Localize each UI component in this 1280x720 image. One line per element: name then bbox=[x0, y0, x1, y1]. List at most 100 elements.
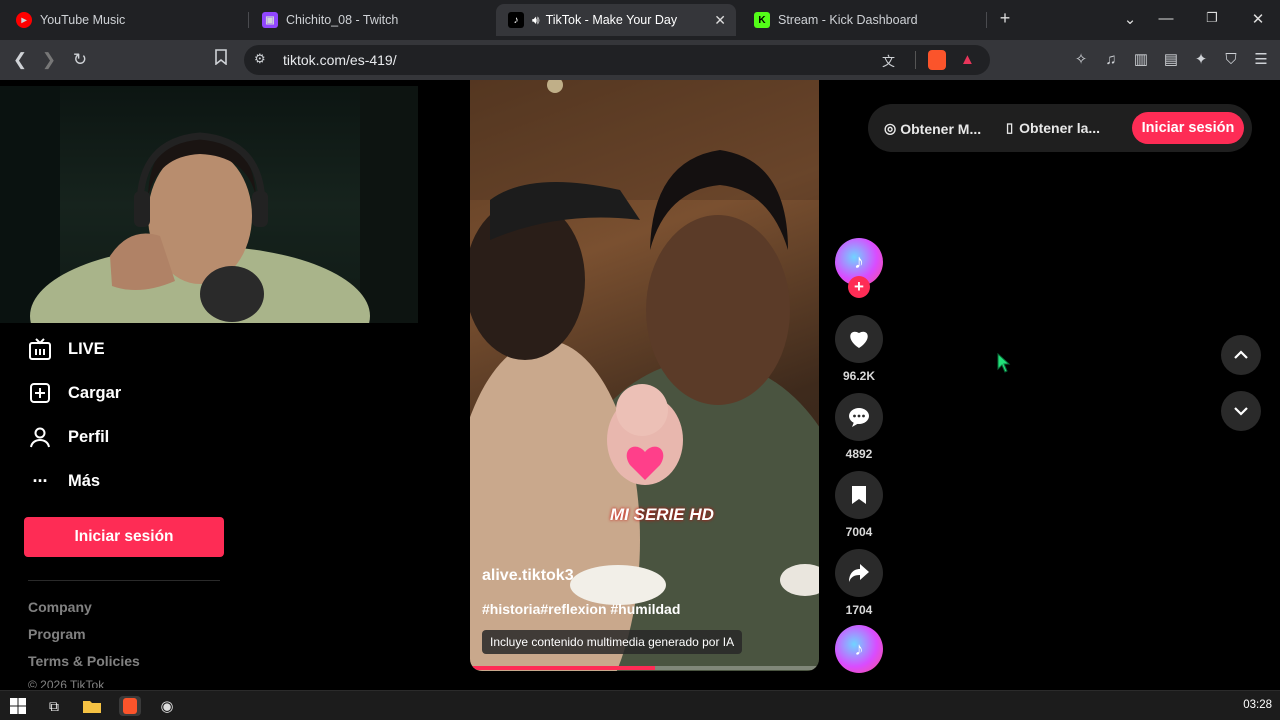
comment-icon bbox=[849, 408, 869, 427]
tab-youtube-music[interactable]: ▸ YouTube Music bbox=[4, 4, 244, 36]
like-button[interactable] bbox=[835, 315, 883, 363]
task-view-icon[interactable]: ⧉ bbox=[43, 696, 65, 716]
comment-count: 4892 bbox=[845, 447, 873, 461]
audio-playing-icon[interactable]: 🔊︎ bbox=[532, 13, 540, 28]
tab-label: Stream - Kick Dashboard bbox=[778, 13, 918, 27]
video-hashtags[interactable]: #historia#reflexion #humildad bbox=[482, 601, 680, 617]
browser-toolbar: ❮ ❯ ↻ ⚙︎ tiktok.com/es-419/ 文 ▲ ✧ ♫ ▥ ▤ … bbox=[0, 40, 1280, 80]
obs-icon[interactable]: ◉ bbox=[156, 696, 178, 716]
get-app-desktop-link[interactable]: ◎ Obtener M... bbox=[884, 120, 981, 137]
tab-bar: ▸ YouTube Music ▣ Chichito_08 - Twitch ♪… bbox=[0, 0, 1280, 40]
close-window-icon[interactable]: ✕ bbox=[1248, 10, 1268, 28]
tab-tiktok[interactable]: ♪ 🔊︎ TikTok - Make Your Day ✕ bbox=[496, 4, 736, 36]
upload-icon bbox=[28, 381, 52, 405]
top-login-button[interactable]: Iniciar sesión bbox=[1132, 112, 1244, 144]
next-video-button[interactable] bbox=[1221, 391, 1261, 431]
url-text: tiktok.com/es-419/ bbox=[283, 52, 397, 68]
brave-browser-taskbar-icon[interactable] bbox=[119, 696, 141, 716]
video-watermark: MI SERIE HD bbox=[610, 505, 714, 524]
video-player[interactable]: MI SERIE HD alive.tiktok3 #historia#refl… bbox=[470, 80, 819, 671]
close-tab-icon[interactable]: ✕ bbox=[714, 12, 726, 29]
sound-disc[interactable]: ♪ bbox=[835, 625, 883, 673]
wallet-icon[interactable]: ▤ bbox=[1160, 49, 1182, 71]
mouse-cursor-icon bbox=[997, 353, 1011, 373]
menu-icon[interactable]: ☰ bbox=[1250, 49, 1272, 71]
tab-separator bbox=[248, 12, 249, 28]
sidebar-item-label: Perfil bbox=[68, 427, 110, 446]
brave-shields-icon[interactable] bbox=[928, 50, 946, 70]
forward-icon[interactable]: ❯ bbox=[38, 49, 60, 71]
footer-link-terms[interactable]: Terms & Policies bbox=[28, 653, 140, 669]
brave-rewards-icon[interactable]: ▲ bbox=[960, 51, 975, 68]
tab-twitch[interactable]: ▣ Chichito_08 - Twitch bbox=[250, 4, 490, 36]
live-icon bbox=[28, 337, 52, 361]
sidebar-divider bbox=[28, 580, 220, 581]
tab-label: TikTok - Make Your Day bbox=[545, 13, 678, 27]
sidebar-item-more[interactable]: ··· Más bbox=[28, 469, 101, 493]
sidebar-item-upload[interactable]: Cargar bbox=[28, 381, 121, 405]
share-button[interactable] bbox=[835, 549, 883, 597]
phone-icon: ▯ bbox=[1006, 120, 1014, 135]
address-bar[interactable]: ⚙︎ tiktok.com/es-419/ 文 ▲ bbox=[244, 45, 990, 75]
taskbar-clock: 03:28 bbox=[1243, 699, 1272, 711]
ai-content-badge: Incluye contenido multimedia generado po… bbox=[482, 630, 743, 654]
bookmark-icon[interactable] bbox=[210, 49, 232, 71]
previous-video-button[interactable] bbox=[1221, 335, 1261, 375]
video-author[interactable]: alive.tiktok3 bbox=[482, 567, 574, 585]
kick-icon: K bbox=[754, 12, 770, 28]
get-app-mobile-label: Obtener la... bbox=[1019, 120, 1101, 136]
video-progress-bar[interactable] bbox=[470, 666, 819, 670]
tab-label: Chichito_08 - Twitch bbox=[286, 13, 399, 27]
sidebar-item-profile[interactable]: Perfil bbox=[28, 425, 109, 449]
tiktok-circle-icon: ◎ bbox=[884, 120, 897, 136]
comment-button[interactable] bbox=[835, 393, 883, 441]
leo-ai-icon[interactable]: ✦ bbox=[1190, 49, 1212, 71]
webcam-overlay bbox=[0, 86, 418, 323]
sidebar-login-button[interactable]: Iniciar sesión bbox=[24, 517, 224, 557]
tab-kick[interactable]: K Stream - Kick Dashboard bbox=[742, 4, 982, 36]
sidebar-toggle-icon[interactable]: ▥ bbox=[1130, 49, 1152, 71]
streamer-image bbox=[0, 86, 418, 323]
translate-icon[interactable]: 文 bbox=[882, 51, 895, 70]
file-explorer-icon[interactable] bbox=[81, 696, 103, 716]
tab-separator bbox=[986, 12, 987, 28]
tab-label: YouTube Music bbox=[40, 13, 126, 27]
extensions-icon[interactable]: ✧ bbox=[1070, 49, 1092, 71]
brave-icon bbox=[123, 698, 137, 714]
footer-link-company[interactable]: Company bbox=[28, 599, 92, 615]
music-icon[interactable]: ♫ bbox=[1100, 49, 1122, 71]
site-settings-icon[interactable]: ⚙︎ bbox=[254, 51, 266, 67]
save-count: 7004 bbox=[845, 525, 873, 539]
chevron-up-icon bbox=[1234, 350, 1248, 359]
sidebar-item-label: Cargar bbox=[68, 383, 122, 402]
get-app-desktop-label: Obtener M... bbox=[900, 120, 982, 137]
like-count: 96.2K bbox=[842, 369, 876, 383]
back-icon[interactable]: ❮ bbox=[9, 49, 31, 71]
follow-plus-button[interactable]: + bbox=[848, 276, 870, 298]
bookmark-icon bbox=[852, 486, 866, 504]
footer-link-program[interactable]: Program bbox=[28, 626, 86, 642]
chevron-down-icon bbox=[1234, 407, 1248, 416]
save-button[interactable] bbox=[835, 471, 883, 519]
vpn-shield-icon[interactable]: ⛉ bbox=[1220, 49, 1242, 71]
heart-icon bbox=[850, 331, 868, 348]
minimize-icon[interactable]: — bbox=[1156, 10, 1176, 27]
video-progress-fill bbox=[470, 666, 655, 670]
share-count: 1704 bbox=[845, 603, 873, 617]
windows-taskbar: ⧉ ◉ 03:28 bbox=[0, 690, 1280, 720]
get-app-mobile-link[interactable]: ▯ Obtener la... bbox=[1006, 120, 1100, 136]
windows-start-icon[interactable] bbox=[7, 696, 29, 716]
footer-copyright: © 2026 TikTok bbox=[28, 678, 105, 688]
new-tab-icon[interactable]: + bbox=[995, 8, 1015, 29]
sidebar-item-label: Más bbox=[68, 471, 101, 490]
twitch-icon: ▣ bbox=[262, 12, 278, 28]
tiktok-icon: ♪ bbox=[508, 12, 524, 28]
get-app-bar: ◎ Obtener M... ▯ Obtener la... Iniciar s… bbox=[868, 104, 1252, 152]
tab-search-chevron-icon[interactable]: ⌄ bbox=[1120, 10, 1140, 28]
restore-icon[interactable]: ❐ bbox=[1202, 10, 1222, 26]
tiktok-logo-icon: ♪ bbox=[854, 250, 864, 273]
reload-icon[interactable]: ↻ bbox=[69, 49, 91, 71]
more-icon: ··· bbox=[32, 470, 49, 491]
url-divider bbox=[915, 51, 916, 69]
sidebar-item-live[interactable]: LIVE bbox=[28, 337, 105, 361]
